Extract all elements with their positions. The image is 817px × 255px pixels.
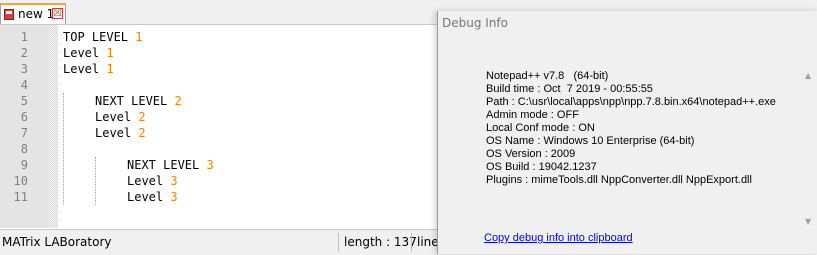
line-number-gutter: 1 2 3 4 5 6 7 8 9 10 11 [0,25,48,228]
dialog-title: Debug Info [442,16,508,30]
code-line-3: Level 1 [63,62,114,76]
unsaved-file-icon [4,9,14,20]
debug-line: OS Build : 19042.1237 [486,161,597,173]
code-line-11: Level 3 [127,190,178,204]
tab-new-1[interactable]: new 1 ☒ [0,3,66,24]
indent-guide [95,157,96,205]
fold-margin[interactable] [48,25,58,228]
line-number: 6 [20,110,28,124]
tab-label: new 1 [18,7,55,21]
debug-line: Admin mode : OFF [486,109,579,121]
status-line: line [417,235,437,249]
debug-info-dialog: Debug Info Notepad++ v7.8 (64-bit) Build… [437,11,817,254]
line-number: 2 [20,46,28,60]
line-number: 11 [13,190,28,204]
debug-line: Build time : Oct 7 2019 - 00:55:55 [486,83,653,95]
copy-debug-info-link[interactable]: Copy debug info into clipboard [484,232,633,244]
status-language: MATrix LABoratory [2,235,112,249]
status-separator [411,233,412,252]
line-number: 7 [20,126,28,140]
code-line-10: Level 3 [127,174,178,188]
line-number: 9 [20,158,28,172]
code-line-9: NEXT LEVEL 3 [127,158,214,172]
status-separator [338,233,339,252]
code-line-7: Level 2 [95,126,146,140]
line-number: 3 [20,62,28,76]
line-number: 4 [20,78,28,92]
debug-line: Plugins : mimeTools.dll NppConverter.dll… [486,174,752,186]
line-number: 10 [13,174,28,188]
line-number: 8 [20,142,28,156]
code-line-6: Level 2 [95,110,146,124]
debug-line: Notepad++ v7.8 (64-bit) [486,70,609,82]
debug-info-text[interactable]: Notepad++ v7.8 (64-bit) Build time : Oct… [486,70,776,187]
debug-scrollbar[interactable]: ▲ ▼ [804,71,814,226]
line-number: 5 [20,94,28,108]
status-length: length : 137 [344,235,417,249]
debug-line: Path : C:\usr\local\apps\npp\npp.7.8.bin… [486,96,776,108]
debug-line: Local Conf mode : ON [486,122,595,134]
close-tab-icon[interactable]: ☒ [52,8,63,19]
code-line-2: Level 1 [63,46,114,60]
scroll-up-arrow-icon[interactable]: ▲ [805,71,811,80]
debug-line: OS Version : 2009 [486,148,576,160]
line-number: 1 [20,30,28,44]
debug-line: OS Name : Windows 10 Enterprise (64-bit) [486,135,695,147]
indent-guide [63,93,64,205]
code-line-1: TOP LEVEL 1 [63,30,143,44]
code-line-5: NEXT LEVEL 2 [95,94,182,108]
scroll-down-arrow-icon[interactable]: ▼ [805,217,811,226]
